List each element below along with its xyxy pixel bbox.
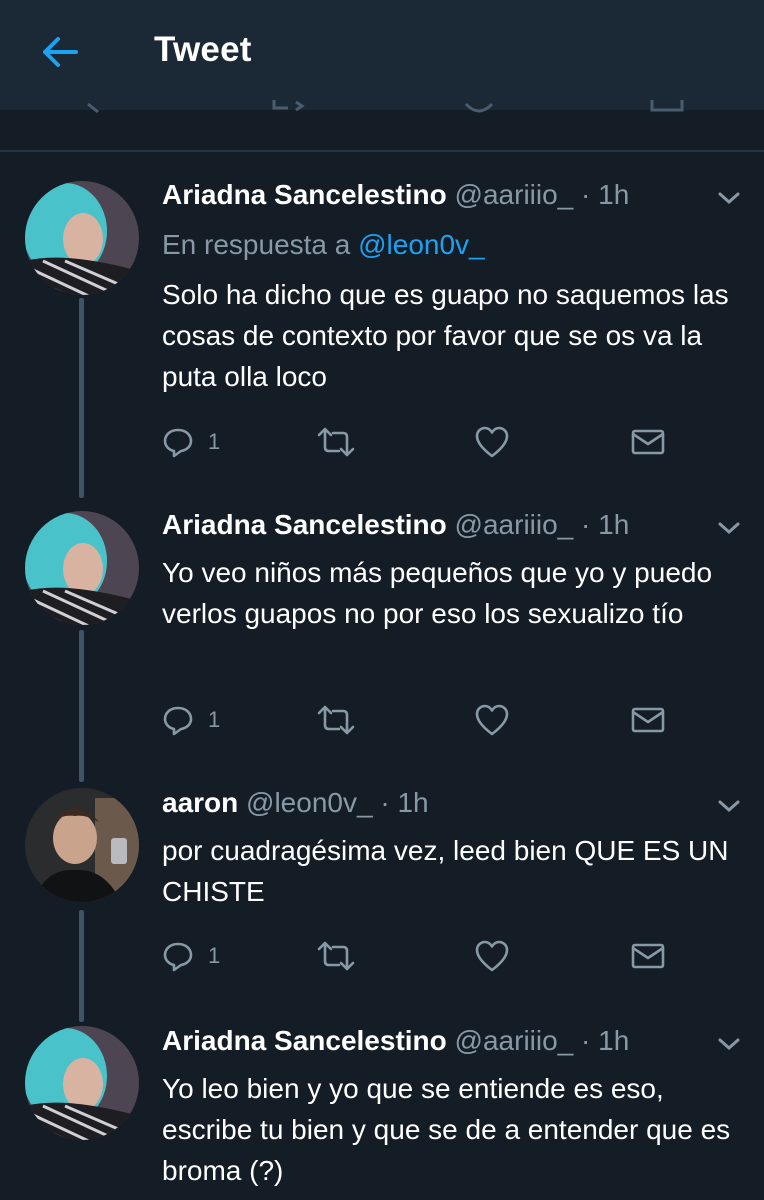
reply-button[interactable]: 1 bbox=[162, 936, 220, 976]
reply-icon bbox=[163, 428, 193, 458]
display-name[interactable]: Ariadna Sancelestino bbox=[162, 509, 447, 540]
chevron-down-icon[interactable] bbox=[712, 516, 746, 540]
like-button[interactable] bbox=[474, 700, 510, 740]
tweet-header: Ariadna Sancelestino @aariiio_ · 1h bbox=[162, 178, 629, 212]
avatar-image bbox=[25, 1026, 139, 1140]
heart-icon[interactable] bbox=[462, 100, 496, 118]
avatar[interactable] bbox=[25, 788, 139, 902]
tweet-actions: 1 bbox=[162, 700, 722, 740]
tweet-actions: 1 bbox=[162, 422, 722, 462]
separator-dot: · bbox=[581, 179, 591, 210]
envelope-icon bbox=[631, 429, 665, 455]
heart-icon bbox=[475, 426, 509, 458]
separator-dot: · bbox=[380, 787, 390, 818]
envelope-icon[interactable] bbox=[648, 100, 686, 118]
reply-count: 1 bbox=[208, 429, 221, 454]
reply-prefix: En respuesta a bbox=[162, 229, 351, 260]
avatar-image bbox=[25, 788, 139, 902]
mention-link[interactable]: @leon0v_ bbox=[358, 229, 485, 260]
reply-icon bbox=[163, 706, 193, 736]
reply-icon bbox=[163, 942, 193, 972]
retweet-button[interactable] bbox=[316, 422, 356, 462]
reply-icon[interactable] bbox=[84, 100, 114, 116]
username[interactable]: @aariiio_ bbox=[455, 179, 574, 210]
retweet-icon bbox=[317, 705, 355, 735]
avatar[interactable] bbox=[25, 181, 139, 295]
envelope-icon bbox=[631, 943, 665, 969]
page-title: Tweet bbox=[154, 30, 252, 69]
chevron-down-icon[interactable] bbox=[712, 186, 746, 210]
tweet-text: por cuadragésima vez, leed bien QUE ES U… bbox=[162, 835, 729, 907]
arrow-left-icon bbox=[43, 37, 78, 67]
avatar-image bbox=[25, 511, 139, 625]
tweet-text: Solo ha dicho que es guapo no saquemos l… bbox=[162, 279, 729, 392]
avatar[interactable] bbox=[25, 511, 139, 625]
avatar[interactable] bbox=[25, 1026, 139, 1140]
header-divider bbox=[0, 150, 764, 152]
heart-icon bbox=[475, 940, 509, 972]
reply-button[interactable]: 1 bbox=[162, 700, 220, 740]
previous-tweet-actions bbox=[0, 100, 764, 118]
timestamp: 1h bbox=[598, 1025, 630, 1056]
username[interactable]: @aariiio_ bbox=[455, 509, 574, 540]
separator-dot: · bbox=[581, 1025, 591, 1056]
reply-button[interactable]: 1 bbox=[162, 422, 220, 462]
reply-count: 1 bbox=[208, 943, 221, 968]
username[interactable]: @aariiio_ bbox=[455, 1025, 574, 1056]
tweet-text: Yo veo niños más pequeños que yo y puedo… bbox=[162, 557, 713, 629]
reply-context: En respuesta a @leon0v_ bbox=[162, 228, 485, 262]
retweet-icon bbox=[317, 427, 355, 457]
username[interactable]: @leon0v_ bbox=[246, 787, 373, 818]
tweet-header: Ariadna Sancelestino @aariiio_ · 1h bbox=[162, 1024, 629, 1058]
reply-count: 1 bbox=[208, 707, 221, 732]
tweet-detail-screen: Tweet Ariadna Sancelestino @aariiio_ · 1… bbox=[0, 0, 764, 1200]
top-app-bar: Tweet bbox=[0, 0, 764, 114]
like-button[interactable] bbox=[474, 422, 510, 462]
timestamp: 1h bbox=[598, 179, 630, 210]
avatar-image bbox=[25, 181, 139, 295]
tweet-actions: 1 bbox=[162, 936, 722, 976]
thread-connector bbox=[79, 630, 84, 782]
timestamp: 1h bbox=[598, 509, 630, 540]
tweet-header: Ariadna Sancelestino @aariiio_ · 1h bbox=[162, 508, 629, 542]
heart-icon bbox=[475, 704, 509, 736]
display-name[interactable]: aaron bbox=[162, 787, 238, 818]
chevron-down-icon[interactable] bbox=[712, 794, 746, 818]
envelope-icon bbox=[631, 707, 665, 733]
direct-message-button[interactable] bbox=[630, 422, 666, 462]
thread-connector bbox=[79, 298, 84, 498]
back-button[interactable] bbox=[36, 30, 84, 74]
retweet-button[interactable] bbox=[316, 936, 356, 976]
retweet-button[interactable] bbox=[316, 700, 356, 740]
direct-message-button[interactable] bbox=[630, 936, 666, 976]
tweet-text: Yo leo bien y yo que se entiende es eso,… bbox=[162, 1073, 731, 1186]
display-name[interactable]: Ariadna Sancelestino bbox=[162, 1025, 447, 1056]
tweet-header: aaron @leon0v_ · 1h bbox=[162, 786, 429, 820]
direct-message-button[interactable] bbox=[630, 700, 666, 740]
display-name[interactable]: Ariadna Sancelestino bbox=[162, 179, 447, 210]
retweet-icon[interactable] bbox=[268, 100, 308, 118]
chevron-down-icon[interactable] bbox=[712, 1032, 746, 1056]
thread-connector bbox=[79, 910, 84, 1022]
timestamp: 1h bbox=[397, 787, 429, 818]
like-button[interactable] bbox=[474, 936, 510, 976]
retweet-icon bbox=[317, 941, 355, 971]
separator-dot: · bbox=[581, 509, 591, 540]
